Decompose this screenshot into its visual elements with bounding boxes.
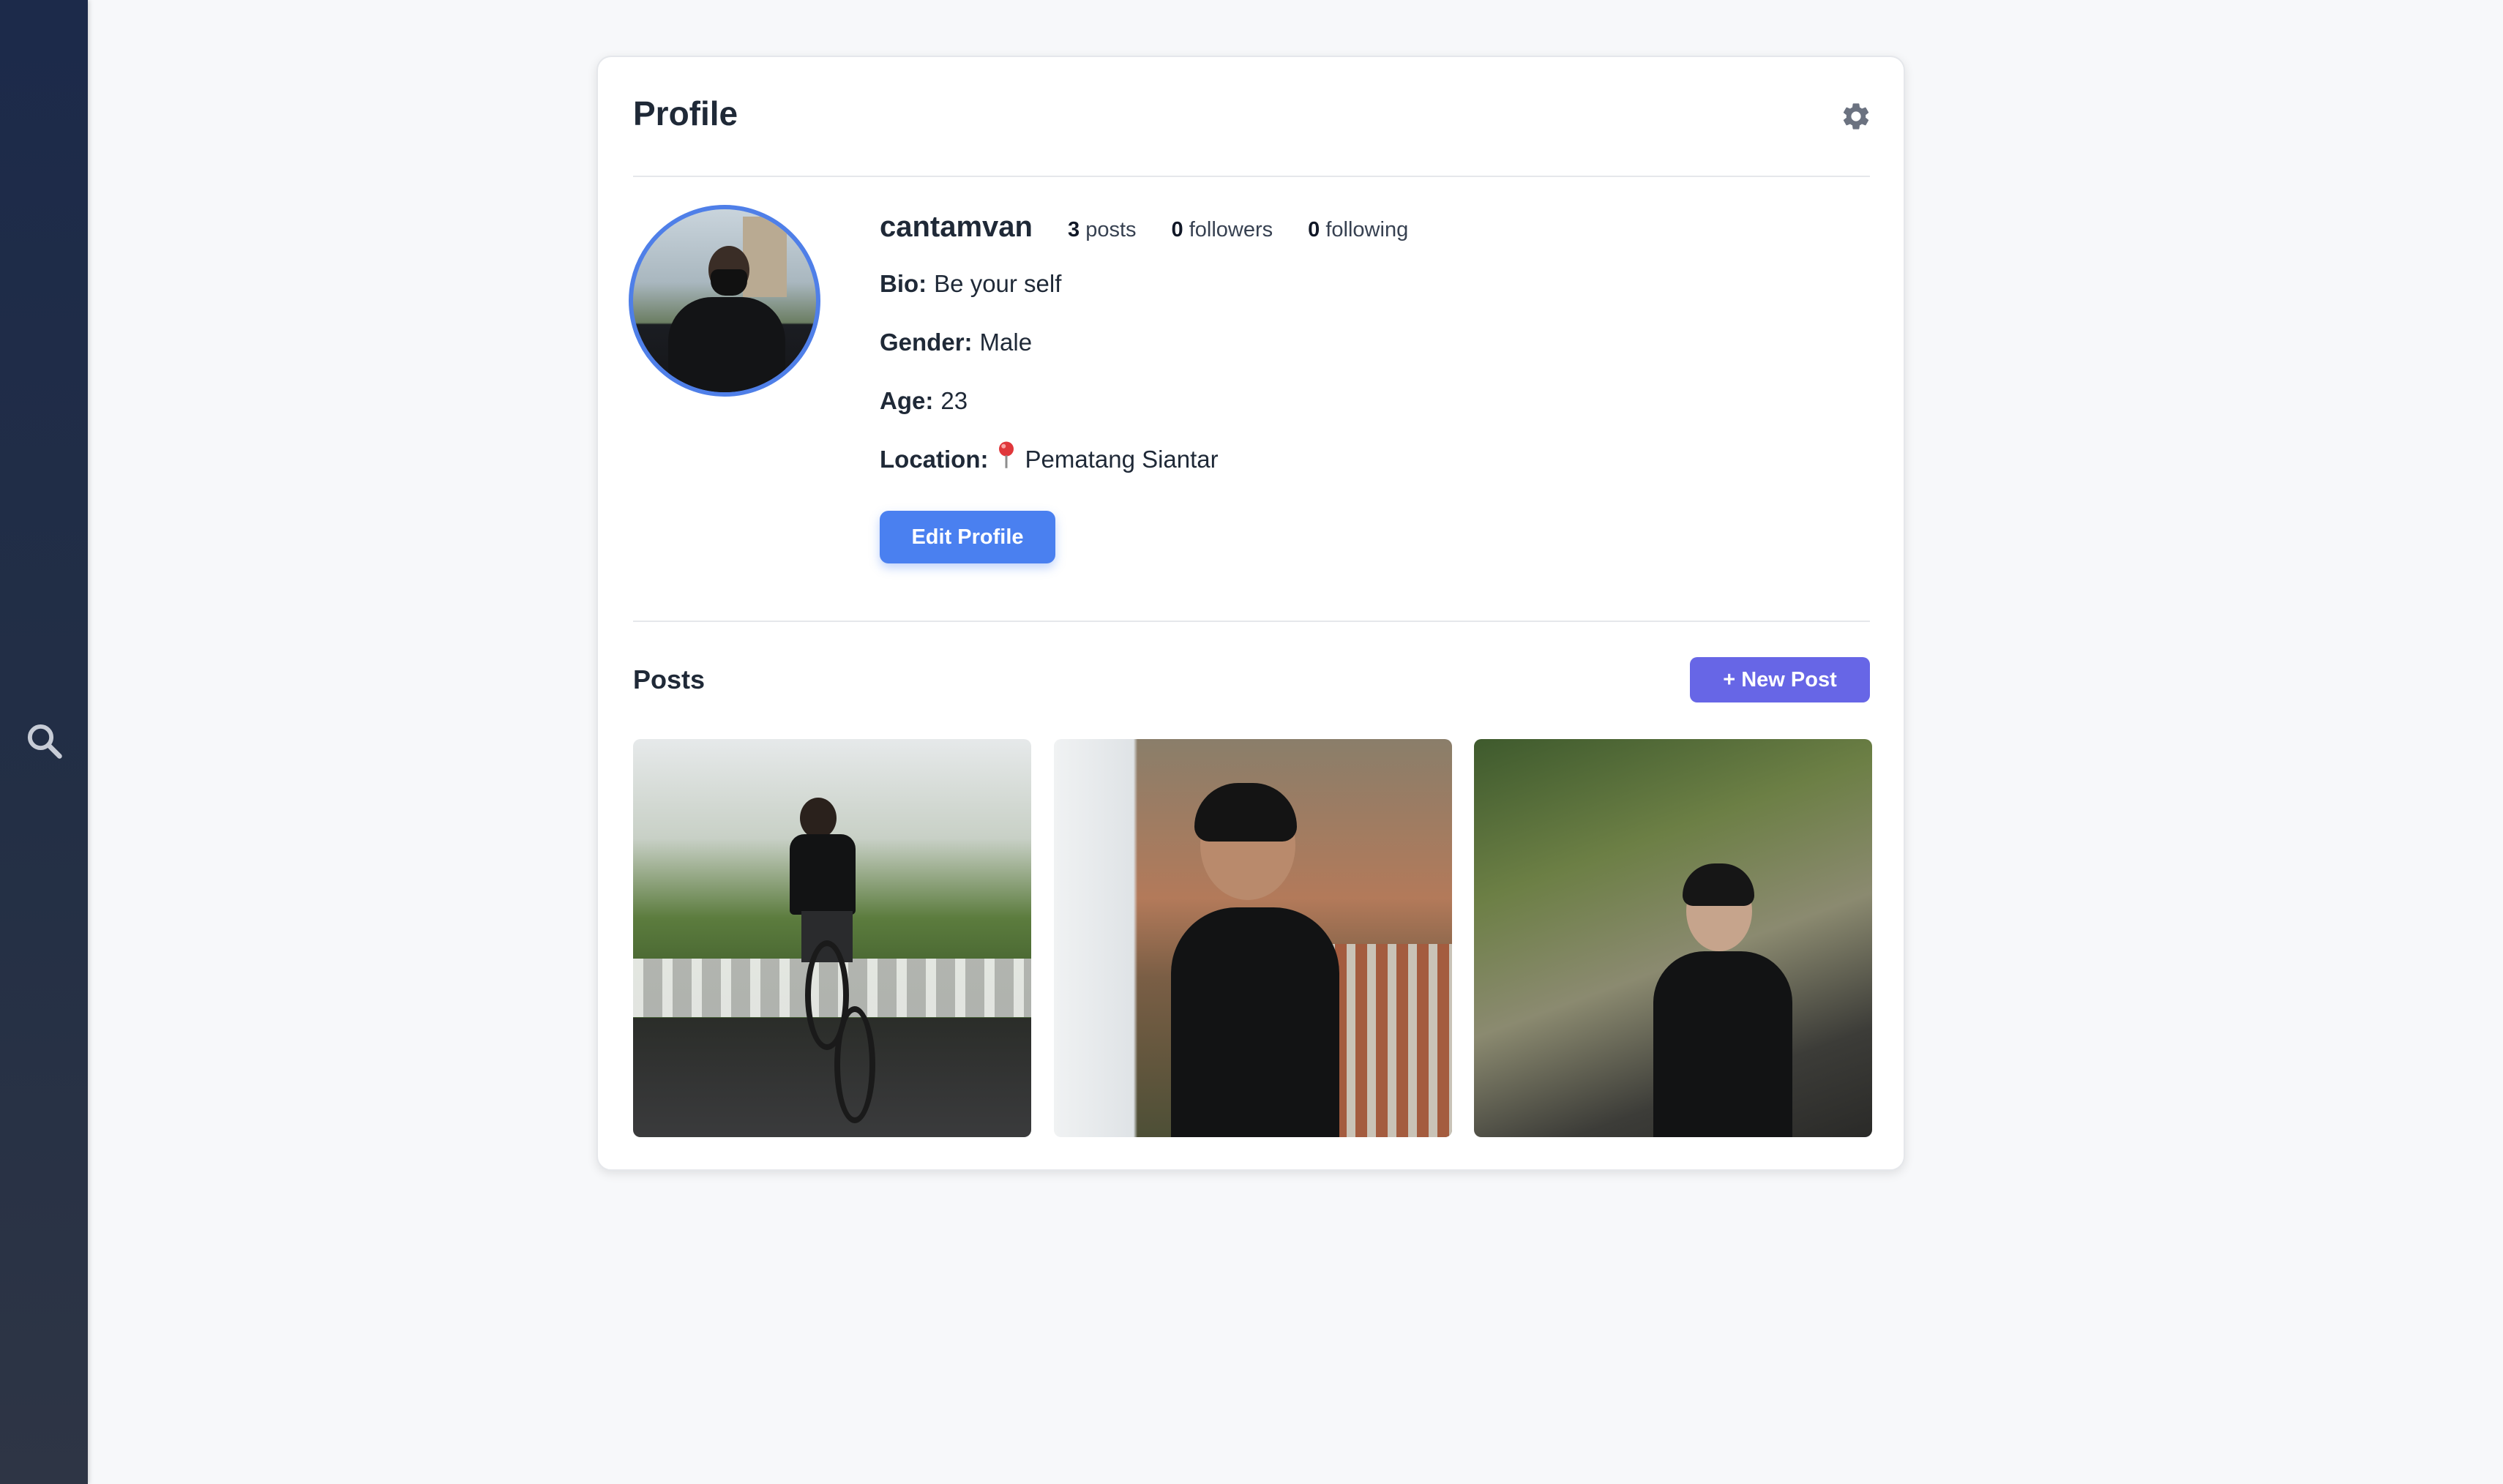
settings-button[interactable] [1838, 98, 1874, 135]
posts-label: posts [1085, 218, 1137, 241]
profile-card: Profile cantamvan 3 posts 0 followers 0 … [596, 56, 1905, 1171]
map-pin-icon [995, 432, 1017, 490]
gender-field: Gender: Male [880, 313, 1612, 372]
header-divider [633, 176, 1870, 177]
search-button[interactable] [22, 719, 66, 762]
profile-info: cantamvan 3 posts 0 followers 0 followin… [880, 211, 1612, 489]
posts-count: 3 [1067, 218, 1080, 241]
post-thumbnail-1[interactable] [633, 739, 1031, 1137]
age-label: Age: [880, 387, 934, 414]
section-divider [633, 621, 1870, 622]
avatar[interactable] [629, 205, 820, 397]
bio-field: Bio: Be your self [880, 255, 1612, 313]
edit-profile-button[interactable]: Edit Profile [880, 511, 1055, 563]
username: cantamvan [880, 211, 1033, 243]
gear-icon [1843, 103, 1869, 130]
search-icon [27, 724, 62, 759]
gender-label: Gender: [880, 329, 973, 356]
posts-heading: Posts [633, 664, 706, 694]
posts-stat: 3 posts [1068, 218, 1137, 242]
age-field: Age: 23 [880, 372, 1612, 430]
sidebar [0, 0, 88, 1484]
age-value: 23 [940, 387, 968, 414]
following-stat[interactable]: 0 following [1308, 218, 1408, 242]
gender-value: Male [979, 329, 1033, 356]
following-count: 0 [1308, 218, 1320, 241]
location-label: Location: [880, 446, 989, 473]
followers-stat[interactable]: 0 followers [1172, 218, 1273, 242]
page-title: Profile [633, 94, 738, 132]
post-thumbnail-3[interactable] [1474, 739, 1872, 1137]
new-post-button[interactable]: + New Post [1690, 657, 1870, 702]
location-value: Pematang Siantar [1025, 446, 1219, 473]
followers-count: 0 [1171, 218, 1183, 241]
location-field: Location: Pematang Siantar [880, 430, 1612, 489]
bio-value: Be your self [934, 270, 1062, 297]
profile-header-row: cantamvan 3 posts 0 followers 0 followin… [880, 211, 1612, 255]
bio-label: Bio: [880, 270, 927, 297]
following-label: following [1325, 218, 1409, 241]
post-thumbnail-2[interactable] [1054, 739, 1452, 1137]
followers-label: followers [1189, 218, 1273, 241]
